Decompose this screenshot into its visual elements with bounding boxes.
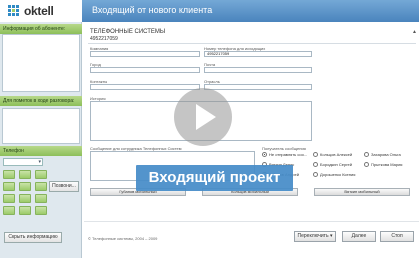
sidebar: oktell Информация об абоненте: Для помет… [0,0,82,258]
keypad-key[interactable] [35,194,47,203]
keypad-key[interactable] [19,206,31,215]
recipient-radio[interactable]: Захарова Ольга [364,152,401,157]
logo: oktell [0,0,82,22]
stop-button[interactable]: Стоп [380,231,414,242]
industry-field[interactable] [204,84,312,90]
recipient-radio[interactable]: Бородкин Сергей [313,162,352,167]
window-titlebar: Входящий от нового клиента [82,0,419,22]
switch-button[interactable]: Переключить ▾ [294,231,336,242]
keypad-key[interactable] [35,182,47,191]
recipient-radio-label: Бородкин Сергей [320,162,353,167]
window-title: Входящий от нового клиента [92,5,213,15]
recipient-radio[interactable]: Кольцов Алексей [313,152,352,157]
keypad-key[interactable] [3,182,15,191]
next-button[interactable]: Далее [342,231,376,242]
footer-divider [84,221,419,222]
radio-indicator [262,152,267,157]
quick-call-button[interactable]: Вяткин мобильный [314,188,410,196]
keypad-key[interactable] [3,206,15,215]
keypad-key[interactable] [19,182,31,191]
recipient-radio-label: Не отправлять соо... [269,152,308,157]
subscriber-info-header: Информация об абоненте: [0,24,82,34]
caption-banner: Входящий проект [136,165,293,191]
recipient-radio-label: Захарова Ольга [371,152,401,157]
keypad-key[interactable] [3,194,15,203]
divider [88,43,416,44]
company-field[interactable] [90,51,200,57]
recipient-radio-label: Кольцов Алексей [320,152,353,157]
call-notes-header: Для пометок в ходе разговора: [0,96,82,106]
radio-indicator [313,172,318,177]
play-icon[interactable] [174,88,232,146]
radio-indicator [364,162,369,167]
chevron-down-icon: ▾ [38,159,41,165]
phone-select[interactable]: ▾ [3,158,43,166]
recipient-radio-label: Прыткова Мария [371,162,403,167]
brand-name: oktell [24,4,54,18]
keypad-key[interactable] [35,206,47,215]
keypad-key[interactable] [19,194,31,203]
recipient-radio[interactable]: Дорошенко Ксения [313,172,355,177]
city-field[interactable] [90,67,200,73]
keypad-key[interactable] [19,170,31,179]
contacts-field[interactable] [90,84,200,90]
recipient-radio[interactable]: Прыткова Мария [364,162,402,167]
keypad-key[interactable] [35,170,47,179]
recipient-radio-label: Дорошенко Ксения [320,172,356,177]
radio-indicator [313,162,318,167]
radio-indicator [364,152,369,157]
subscriber-info-panel [2,34,80,92]
section-title: ТЕЛЕФОННЫЕ СИСТЕМЫ [90,29,166,35]
client-form: ТЕЛЕФОННЫЕ СИСТЕМЫ ▲ 4952217059 Компания… [84,22,419,258]
recipient-radio[interactable]: Не отправлять соо... [262,152,307,157]
call-button[interactable]: Позвони... [49,181,79,192]
keypad-key[interactable] [3,170,15,179]
phone-header: Телефон [0,146,82,156]
collapse-icon[interactable]: ▲ [412,29,417,35]
hide-info-button[interactable]: Скрыть информацию [4,232,62,243]
contact-phone-field[interactable]: 4952217059 [204,51,312,57]
call-notes-textarea[interactable] [2,108,80,144]
caller-phone-number: 4952217059 [90,36,118,42]
dial-keypad [3,170,47,215]
oktell-logo-icon [8,5,20,17]
email-field[interactable] [204,67,312,73]
copyright: © Телефонные системы, 2004 – 2009 [88,236,158,241]
recipient-label: Получатель сообщения [262,146,306,151]
radio-indicator [313,152,318,157]
